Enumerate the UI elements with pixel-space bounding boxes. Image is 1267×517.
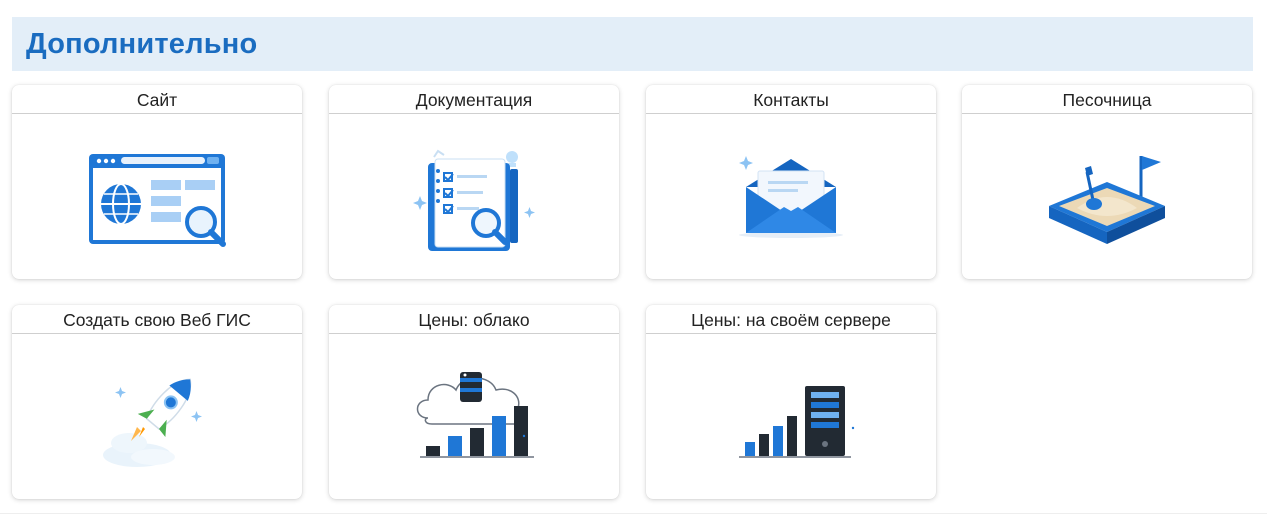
card-sandbox[interactable]: Песочница bbox=[962, 85, 1252, 279]
sandbox-icon bbox=[1049, 155, 1165, 244]
footer-divider bbox=[0, 513, 1267, 514]
section-title: Дополнительно bbox=[26, 27, 258, 60]
card-contacts[interactable]: Контакты bbox=[646, 85, 936, 279]
cloud-pricing-icon bbox=[416, 371, 534, 458]
section-header: Дополнительно bbox=[12, 17, 1253, 71]
website-globe-icon bbox=[89, 153, 226, 247]
card-title: Сайт bbox=[12, 85, 302, 114]
rocket-icon bbox=[103, 378, 202, 467]
card-documentation[interactable]: Документация bbox=[329, 85, 619, 279]
card-title: Документация bbox=[329, 85, 619, 114]
card-site[interactable]: Сайт bbox=[12, 85, 302, 279]
card-pricing-self-hosted[interactable]: Цены: на своём сервере bbox=[646, 305, 936, 499]
card-title: Цены: на своём сервере bbox=[646, 305, 936, 334]
documentation-checklist-icon bbox=[413, 149, 535, 251]
card-create-webgis[interactable]: Создать свою Веб ГИС bbox=[12, 305, 302, 499]
server-pricing-icon bbox=[739, 385, 855, 458]
card-title: Цены: облако bbox=[329, 305, 619, 334]
card-title: Песочница bbox=[962, 85, 1252, 114]
envelope-icon bbox=[739, 155, 843, 238]
card-title: Контакты bbox=[646, 85, 936, 114]
card-pricing-cloud[interactable]: Цены: облако bbox=[329, 305, 619, 499]
card-title: Создать свою Веб ГИС bbox=[12, 305, 302, 334]
